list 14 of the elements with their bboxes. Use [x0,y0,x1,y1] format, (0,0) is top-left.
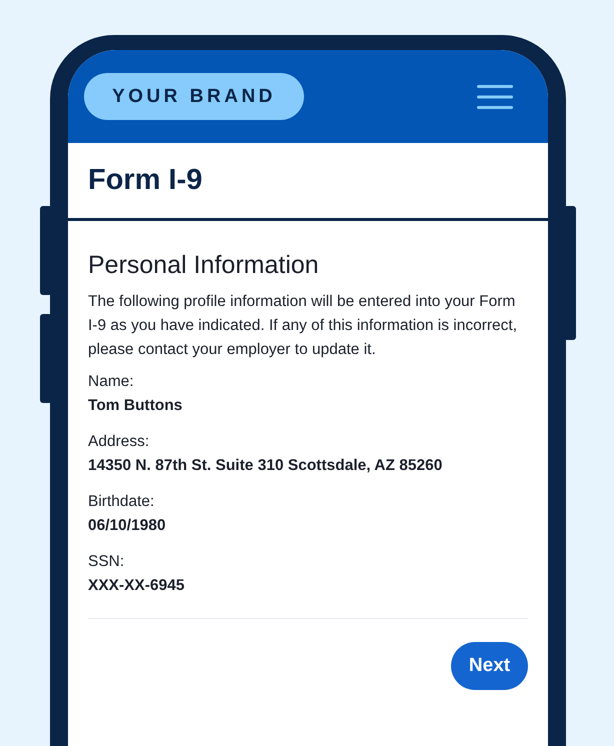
field-value: Tom Buttons [88,396,184,416]
field-label: Name: [88,372,135,392]
field-value: XXX-XX-6945 [88,576,186,596]
section-title: Personal Information [88,251,320,280]
next-button[interactable]: Next [451,642,528,690]
field-label: Address: [88,432,150,452]
field-value: 14350 N. 87th St. Suite 310 Scottsdale, AZ 85260 [88,456,444,476]
intro-text: The following profile information will be entered into your Form I-9 as you have indicated. If any of this information is incorrect, please contact your employer to update it. [88,292,518,360]
field-value: 06/10/1980 [88,516,167,536]
menu-icon[interactable] [477,84,513,108]
field-label: SSN: [88,552,126,572]
page-title: Form I-9 [88,164,202,197]
brand-logo[interactable]: YOUR BRAND [84,73,304,120]
field-label: Birthdate: [88,492,156,512]
